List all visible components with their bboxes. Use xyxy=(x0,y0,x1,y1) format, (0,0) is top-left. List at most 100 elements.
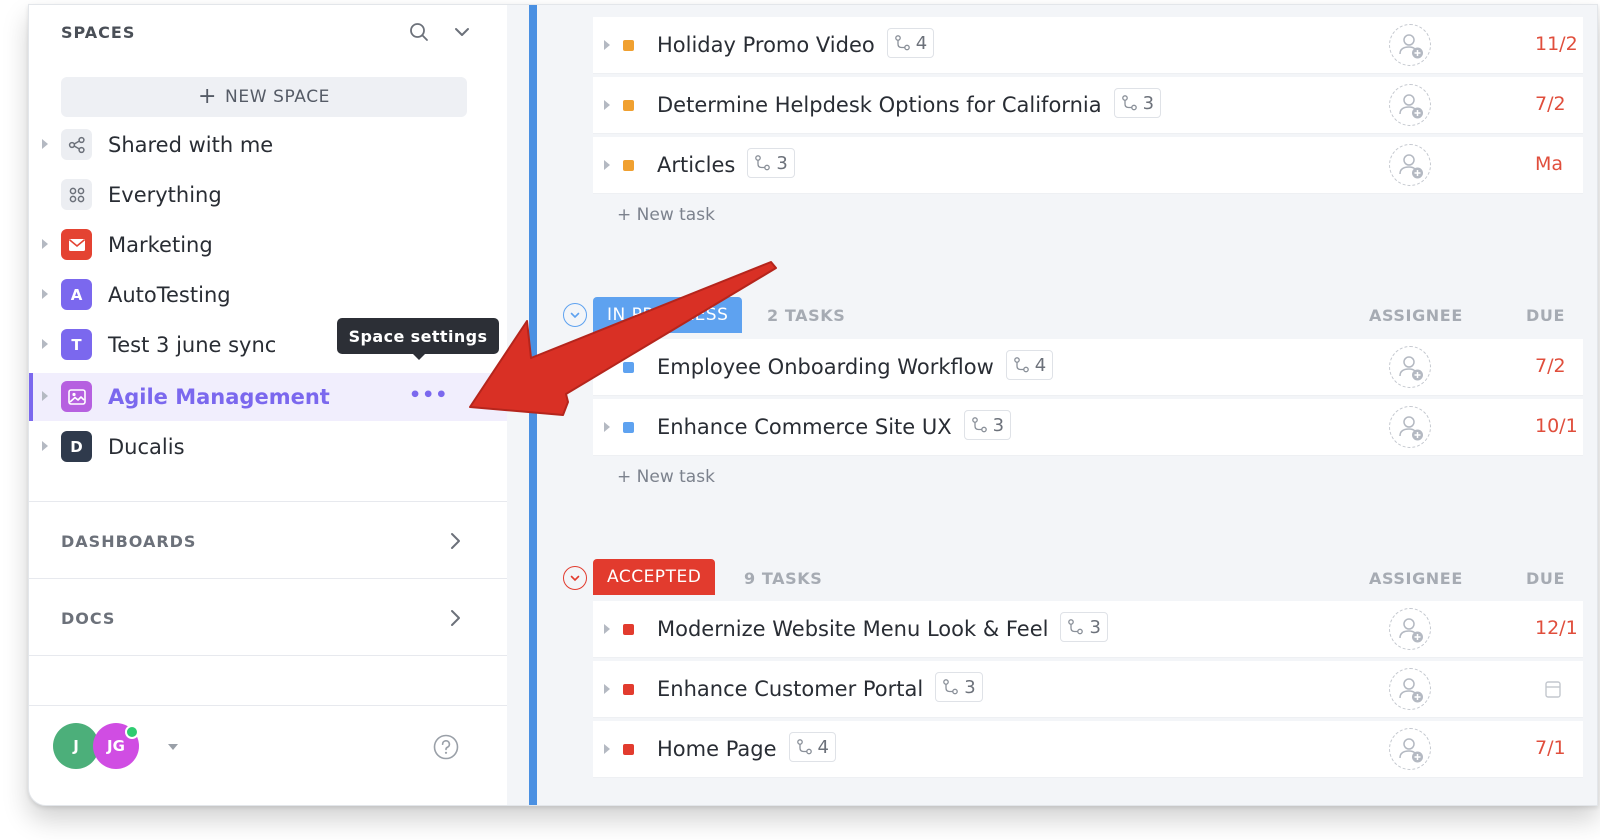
status-square[interactable] xyxy=(623,362,634,373)
expand-caret-icon[interactable] xyxy=(604,744,610,754)
task-name[interactable]: Enhance Commerce Site UX 3 xyxy=(657,410,1012,443)
help-icon[interactable] xyxy=(433,734,459,760)
due-date[interactable]: 12/1 xyxy=(1535,617,1578,639)
share-icon xyxy=(61,129,92,160)
sidebar-item-everything[interactable]: Everything xyxy=(29,171,507,219)
due-date[interactable]: Ma xyxy=(1535,153,1563,175)
due-date[interactable]: 7/1 xyxy=(1535,737,1566,759)
expand-caret-icon[interactable] xyxy=(604,100,610,110)
sidebar-item-label: Everything xyxy=(108,183,222,207)
new-task-button[interactable]: + New task xyxy=(617,467,715,487)
due-column-header[interactable]: DUE xyxy=(1526,569,1565,588)
subtask-count: 3 xyxy=(1142,92,1155,114)
status-pill-accepted[interactable]: ACCEPTED xyxy=(593,559,716,595)
expand-caret-icon[interactable] xyxy=(604,422,610,432)
divider xyxy=(29,501,507,502)
chevron-down-icon[interactable] xyxy=(450,20,474,44)
status-square[interactable] xyxy=(623,100,634,111)
subtask-icon xyxy=(943,679,959,695)
new-task-button[interactable]: + New task xyxy=(617,205,715,225)
table-row[interactable]: Articles 3 Ma xyxy=(593,137,1583,194)
assignee-add-icon[interactable] xyxy=(1389,406,1431,448)
sidebar-item-shared-with-me[interactable]: Shared with me xyxy=(29,121,507,169)
subtask-badge[interactable]: 3 xyxy=(747,148,795,178)
due-date[interactable]: 7/2 xyxy=(1535,355,1566,377)
table-row[interactable]: Enhance Commerce Site UX 3 10/1 xyxy=(593,399,1583,456)
sidebar-item-ducalis[interactable]: D Ducalis xyxy=(29,423,507,471)
expand-caret-icon[interactable] xyxy=(604,362,610,372)
space-settings-more-icon[interactable]: ••• xyxy=(409,386,447,408)
task-name[interactable]: Enhance Customer Portal 3 xyxy=(657,672,983,705)
docs-section[interactable]: DOCS xyxy=(61,598,471,638)
due-date-calendar-icon[interactable] xyxy=(1545,679,1561,704)
task-name[interactable]: Employee Onboarding Workflow 4 xyxy=(657,350,1054,383)
subtask-badge[interactable]: 4 xyxy=(788,732,836,762)
sidebar-item-autotesting[interactable]: A AutoTesting xyxy=(29,271,507,319)
mail-icon xyxy=(61,229,92,260)
assignee-column-header[interactable]: ASSIGNEE xyxy=(1369,569,1463,588)
expand-caret-icon[interactable] xyxy=(604,40,610,50)
sidebar-item-label: Ducalis xyxy=(108,435,185,459)
chevron-right-icon[interactable] xyxy=(445,531,465,551)
expand-caret-icon[interactable] xyxy=(604,624,610,634)
assignee-add-icon[interactable] xyxy=(1389,346,1431,388)
dashboards-section[interactable]: DASHBOARDS xyxy=(61,521,471,561)
due-date[interactable]: 11/2 xyxy=(1535,33,1578,55)
table-row[interactable]: Employee Onboarding Workflow 4 7/2 xyxy=(593,339,1583,396)
assignee-add-icon[interactable] xyxy=(1389,24,1431,66)
assignee-column-header[interactable]: ASSIGNEE xyxy=(1369,306,1463,325)
expand-caret-icon[interactable] xyxy=(42,289,48,299)
task-title: Home Page xyxy=(657,737,777,761)
status-square[interactable] xyxy=(623,160,634,171)
sidebar-item-marketing[interactable]: Marketing xyxy=(29,221,507,269)
assignee-add-icon[interactable] xyxy=(1389,608,1431,650)
subtask-badge[interactable]: 3 xyxy=(1060,612,1108,642)
table-row[interactable]: Enhance Customer Portal 3 xyxy=(593,661,1583,718)
subtask-badge[interactable]: 3 xyxy=(1113,88,1162,118)
due-date[interactable]: 10/1 xyxy=(1535,415,1578,437)
new-space-button[interactable]: + NEW SPACE xyxy=(61,77,467,117)
search-icon[interactable] xyxy=(407,20,431,44)
expand-caret-icon[interactable] xyxy=(42,339,48,349)
collapse-group-icon[interactable] xyxy=(563,303,587,327)
sidebar-item-agile-management[interactable]: Agile Management ••• xyxy=(29,373,507,421)
task-name[interactable]: Holiday Promo Video 4 xyxy=(657,28,935,61)
status-square[interactable] xyxy=(623,422,634,433)
expand-caret-icon[interactable] xyxy=(42,391,48,401)
caret-down-icon[interactable] xyxy=(168,744,178,750)
sidebar: SPACES + NEW SPACE Shared with me Everyt… xyxy=(29,5,508,805)
table-row[interactable]: Determine Helpdesk Options for Californi… xyxy=(593,77,1583,134)
collapse-group-icon[interactable] xyxy=(563,566,587,590)
task-name[interactable]: Determine Helpdesk Options for Californi… xyxy=(657,88,1162,121)
task-name[interactable]: Modernize Website Menu Look & Feel 3 xyxy=(657,612,1108,645)
expand-caret-icon[interactable] xyxy=(42,139,48,149)
subtask-badge[interactable]: 3 xyxy=(963,410,1012,440)
task-name[interactable]: Articles 3 xyxy=(657,148,795,181)
status-square[interactable] xyxy=(623,624,634,635)
subtask-badge[interactable]: 3 xyxy=(935,672,983,702)
assignee-add-icon[interactable] xyxy=(1389,84,1431,126)
user-avatars[interactable]: J JG xyxy=(53,723,178,773)
status-square[interactable] xyxy=(623,744,634,755)
status-pill-in-progress[interactable]: IN PROGRESS xyxy=(593,297,743,333)
assignee-add-icon[interactable] xyxy=(1389,668,1431,710)
subtask-badge[interactable]: 4 xyxy=(886,28,935,58)
due-column-header[interactable]: DUE xyxy=(1526,306,1565,325)
status-square[interactable] xyxy=(623,684,634,695)
table-row[interactable]: Holiday Promo Video 4 11/2 xyxy=(593,17,1583,74)
status-square[interactable] xyxy=(623,40,634,51)
subtask-badge[interactable]: 4 xyxy=(1005,350,1054,380)
expand-caret-icon[interactable] xyxy=(604,160,610,170)
due-date[interactable]: 7/2 xyxy=(1535,93,1566,115)
space-avatar-a: A xyxy=(61,279,92,310)
expand-caret-icon[interactable] xyxy=(42,441,48,451)
table-row[interactable]: Modernize Website Menu Look & Feel 3 12/1 xyxy=(593,601,1583,658)
expand-caret-icon[interactable] xyxy=(604,684,610,694)
sidebar-item-label: Test 3 june sync xyxy=(108,333,277,357)
task-name[interactable]: Home Page 4 xyxy=(657,732,836,765)
assignee-add-icon[interactable] xyxy=(1389,728,1431,770)
expand-caret-icon[interactable] xyxy=(42,239,48,249)
assignee-add-icon[interactable] xyxy=(1389,144,1431,186)
table-row[interactable]: Home Page 4 7/1 xyxy=(593,721,1583,778)
chevron-right-icon[interactable] xyxy=(445,608,465,628)
